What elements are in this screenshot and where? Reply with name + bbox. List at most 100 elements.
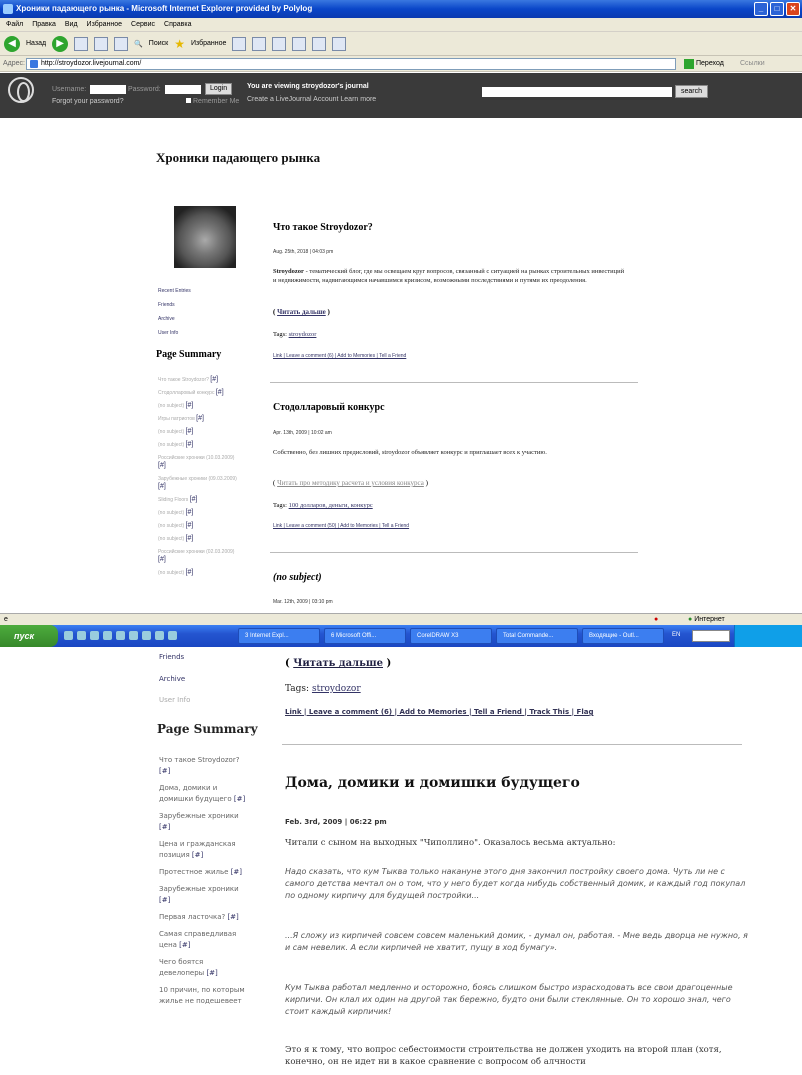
maximize-button[interactable]: □ [770, 2, 784, 16]
summary-item-link[interactable]: [#] [179, 941, 190, 949]
menu-tools[interactable]: Сервис [131, 18, 155, 31]
summary-item-link[interactable]: [#] [186, 441, 194, 448]
favorites-button-label[interactable]: Избранное [191, 40, 226, 47]
summary-item-link[interactable]: [#] [186, 509, 194, 516]
entry-divider [270, 382, 638, 383]
livejournal-logo[interactable] [8, 77, 34, 103]
entry-links[interactable]: Link | Leave a comment (6) | Add to Memo… [285, 708, 593, 716]
folder-icon[interactable] [312, 36, 327, 51]
quicklaunch-icon[interactable] [142, 631, 151, 640]
start-button[interactable]: пуск [0, 625, 58, 647]
summary-item-link[interactable]: [#] [158, 556, 166, 563]
search-button-label[interactable]: Поиск [149, 40, 168, 47]
summary-item-link[interactable]: [#] [158, 483, 166, 490]
menu-edit[interactable]: Правка [32, 18, 56, 31]
forgot-password-link[interactable]: Forgot your password? [52, 98, 124, 105]
menu-file[interactable]: Файл [6, 18, 23, 31]
remember-me-checkbox[interactable]: Remember Me [186, 98, 239, 105]
back-arrow-icon[interactable]: ◀ [4, 35, 20, 52]
read-more-link[interactable]: Читать дальше [277, 308, 326, 316]
entry-paragraph: Читали с сыном на выходных "Чиполлино". … [285, 838, 616, 848]
entry-links[interactable]: Link | Leave a comment (50) | Add to Mem… [273, 523, 409, 529]
tag-link[interactable]: stroydozor [312, 684, 361, 694]
nav-user-info[interactable]: User Info [158, 326, 191, 340]
close-button[interactable]: ✕ [786, 2, 800, 16]
journal-title: Хроники падающего рынка [156, 150, 321, 165]
mail-icon[interactable] [252, 36, 267, 51]
summary-item-link[interactable]: [#] [186, 569, 194, 576]
summary-item-link[interactable]: [#] [159, 823, 170, 831]
nav-friends[interactable]: Friends [159, 653, 184, 661]
tag-link[interactable]: stroydozor [289, 331, 317, 338]
summary-item-link[interactable]: [#] [186, 522, 194, 529]
window-titlebar[interactable]: Хроники падающего рынка - Microsoft Inte… [0, 0, 802, 18]
favorites-star-icon[interactable]: ★ [174, 37, 185, 51]
language-bar[interactable] [692, 630, 730, 642]
entry-links[interactable]: Link | Leave a comment (6) | Add to Memo… [273, 353, 406, 359]
summary-item-link[interactable]: [#] [234, 795, 245, 803]
password-input[interactable] [165, 85, 201, 94]
language-indicator[interactable]: EN [672, 632, 680, 638]
taskbar-item[interactable]: Total Commande... [496, 628, 578, 644]
print-icon[interactable] [272, 36, 287, 51]
summary-item-link[interactable]: [#] [159, 767, 170, 775]
nav-friends[interactable]: Friends [158, 298, 191, 312]
summary-item-link[interactable]: [#] [227, 913, 238, 921]
entry-title: Дома, домики и домишки будущего [285, 775, 580, 791]
lj-search-input[interactable] [482, 87, 672, 97]
back-button-label[interactable]: Назад [26, 40, 46, 47]
summary-item-link[interactable]: [#] [186, 428, 194, 435]
summary-item-link[interactable]: [#] [192, 851, 203, 859]
nav-recent-entries[interactable]: Recent Entries [158, 284, 191, 298]
stop-icon[interactable] [74, 36, 89, 51]
minimize-button[interactable]: _ [754, 2, 768, 16]
forward-arrow-icon[interactable]: ▶ [52, 35, 69, 52]
create-account-link[interactable]: Create a LiveJournal Account Learn more [247, 96, 376, 103]
summary-item-link[interactable]: [#] [231, 868, 242, 876]
nav-user-info[interactable]: User Info [159, 696, 190, 704]
menu-help[interactable]: Справка [164, 18, 191, 31]
go-label: Переход [696, 60, 724, 67]
summary-item-link[interactable]: [#] [190, 496, 198, 503]
taskbar-item[interactable]: Входящие - Outl... [582, 628, 664, 644]
summary-item-link[interactable]: [#] [158, 462, 166, 469]
quicklaunch-icon[interactable] [103, 631, 112, 640]
read-more-link[interactable]: Читать дальше [293, 658, 383, 669]
menu-favorites[interactable]: Избранное [87, 18, 122, 31]
quicklaunch-icon[interactable] [64, 631, 73, 640]
summary-item-link[interactable]: [#] [216, 389, 224, 396]
tag-link[interactable]: 100 долларов, деньги, конкурс [289, 502, 373, 509]
taskbar-item[interactable]: 6 Microsoft Offi... [324, 628, 406, 644]
nav-archive[interactable]: Archive [158, 312, 191, 326]
summary-item-link[interactable]: [#] [186, 402, 194, 409]
login-button[interactable]: Login [205, 83, 233, 95]
taskbar-item[interactable]: CorelDRAW X3 [410, 628, 492, 644]
search-icon[interactable]: 🔍 [134, 40, 143, 48]
avatar[interactable] [174, 206, 236, 268]
quicklaunch-icon[interactable] [90, 631, 99, 640]
username-input[interactable] [90, 85, 126, 94]
address-input[interactable]: http://stroydozor.livejournal.com/ [26, 58, 676, 70]
home-icon[interactable] [114, 36, 129, 51]
taskbar-item[interactable]: 3 Internet Expl... [238, 628, 320, 644]
edit-icon[interactable] [292, 36, 307, 51]
go-button[interactable]: Переход [684, 58, 724, 70]
quicklaunch-icon[interactable] [155, 631, 164, 640]
summary-item-link[interactable]: [#] [186, 535, 194, 542]
history-icon[interactable] [232, 36, 247, 51]
nav-archive[interactable]: Archive [159, 675, 185, 683]
read-more-link[interactable]: Читать про методику расчета и условия ко… [277, 479, 424, 487]
quicklaunch-icon[interactable] [168, 631, 177, 640]
summary-item-link[interactable]: [#] [159, 896, 170, 904]
links-label[interactable]: Ссылки [740, 56, 765, 72]
messenger-icon[interactable] [332, 36, 347, 51]
summary-item-link[interactable]: [#] [196, 415, 204, 422]
quicklaunch-icon[interactable] [116, 631, 125, 640]
summary-item-link[interactable]: [#] [206, 969, 217, 977]
summary-item-link[interactable]: [#] [210, 376, 218, 383]
menu-view[interactable]: Вид [65, 18, 78, 31]
lj-search-button[interactable]: search [675, 85, 709, 98]
quicklaunch-icon[interactable] [77, 631, 86, 640]
refresh-icon[interactable] [94, 36, 109, 51]
quicklaunch-icon[interactable] [129, 631, 138, 640]
